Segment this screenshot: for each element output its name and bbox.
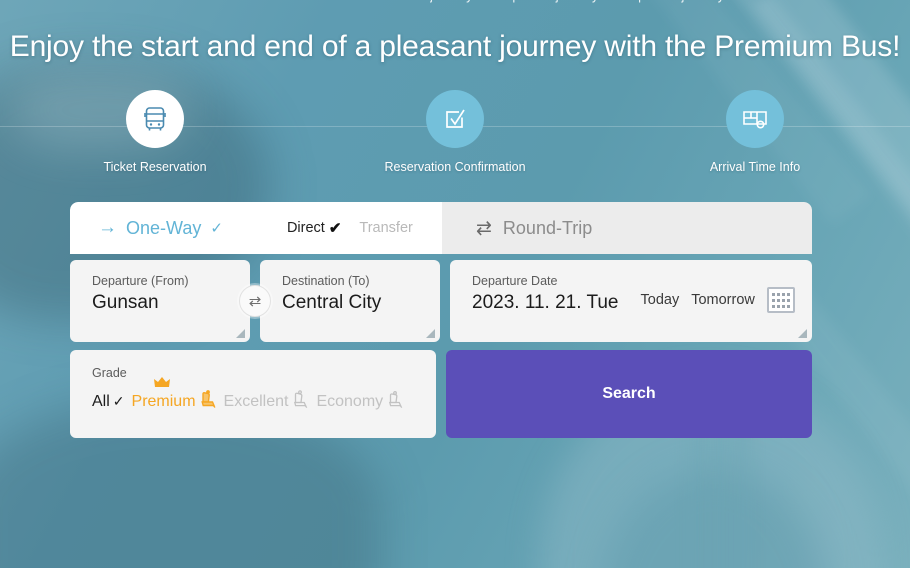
economy-seat-icon [386,390,404,413]
premium-seat-icon [199,390,217,413]
swap-stations-button[interactable]: ⇄ [239,285,271,317]
departure-date-field[interactable]: Departure Date 2023. 11. 21. Tue Today T… [450,260,812,342]
grade-option-economy[interactable]: Economy [316,390,404,413]
crown-icon [153,377,170,390]
check-icon: ✓ [210,220,223,237]
quicknav-item-arrival-time-info[interactable]: Arrival Time Info [685,90,825,174]
tab-round-trip[interactable]: ⇄ Round-Trip [442,202,812,254]
grade-option-all-label: All [92,392,110,410]
grade-label: Grade [92,366,127,380]
destination-label: Destination (To) [282,274,370,288]
date-today-button[interactable]: Today [641,292,680,308]
calendar-icon[interactable] [766,287,795,313]
swap-arrows-icon: ⇄ [248,293,262,310]
route-and-date-row: Departure (From) Gunsan ⇄ Destination (T… [70,260,812,342]
clipped-top-text: journey to the perfect journey to the pe… [430,0,910,14]
quicknav-label: Ticket Reservation [103,160,207,174]
departure-field[interactable]: Departure (From) Gunsan [70,260,250,342]
bus-side-icon [726,90,784,148]
route-type-transfer-label: Transfer [359,220,413,236]
departure-value: Gunsan [92,292,159,313]
grade-options: All ✓ Premium Excellent Economy [92,377,418,413]
route-type-transfer[interactable]: Transfer [359,220,412,236]
search-button[interactable]: Search [446,350,812,438]
page-title: Enjoy the start and end of a pleasant jo… [9,30,901,63]
destination-value: Central City [282,292,382,313]
bus-front-icon [126,90,184,148]
round-trip-arrows-icon: ⇄ [476,217,492,239]
quicknav-item-reservation-confirmation[interactable]: Reservation Confirmation [384,90,526,174]
arrow-right-icon: → [98,217,117,238]
destination-field[interactable]: Destination (To) Central City [260,260,440,342]
grade-option-premium-label: Premium [131,392,196,410]
date-tomorrow-button[interactable]: Tomorrow [691,292,755,308]
grade-option-excellent-label: Excellent [223,392,289,410]
grade-option-economy-label: Economy [316,392,384,410]
grade-field: Grade All ✓ Premium Excellent Economy [70,350,436,438]
resize-handle[interactable] [236,329,245,338]
route-type-group: Direct ✔ Transfer [287,219,413,237]
check-icon: ✓ [112,393,125,409]
route-type-direct-label: Direct [286,220,325,236]
tab-one-way-label: One-Way [126,217,202,238]
route-type-direct[interactable]: Direct ✔ [287,219,341,237]
tab-round-trip-label: Round-Trip [502,217,593,238]
quicknav-label: Arrival Time Info [709,160,801,174]
excellent-seat-icon [291,390,309,413]
clipped-top-text-value: journey to the perfect journey to the pe… [430,0,910,2]
departure-date-value: 2023. 11. 21. Tue [472,292,619,313]
quicknav-item-ticket-reservation[interactable]: Ticket Reservation [85,90,225,174]
tab-one-way-container: → One-Way ✓ Direct ✔ Transfer [70,202,442,254]
quicknav-label: Reservation Confirmation [384,160,526,174]
trip-type-tabs: → One-Way ✓ Direct ✔ Transfer ⇄ Round-Tr… [70,202,812,254]
search-panel: → One-Way ✓ Direct ✔ Transfer ⇄ Round-Tr… [70,202,812,438]
departure-date-label: Departure Date [472,274,558,288]
check-icon: ✔ [328,220,342,237]
tab-one-way[interactable]: → One-Way ✓ [98,217,223,239]
resize-handle[interactable] [426,329,435,338]
resize-handle[interactable] [798,329,807,338]
checkbox-check-icon [426,90,484,148]
grade-option-premium[interactable]: Premium [131,377,217,413]
departure-label: Departure (From) [92,274,189,288]
grade-and-search-row: Grade All ✓ Premium Excellent Economy Se… [70,350,812,438]
quick-nav: Ticket Reservation Reservation Confirmat… [0,90,910,174]
grade-option-all[interactable]: All ✓ [92,393,125,411]
grade-option-excellent[interactable]: Excellent [224,390,310,413]
